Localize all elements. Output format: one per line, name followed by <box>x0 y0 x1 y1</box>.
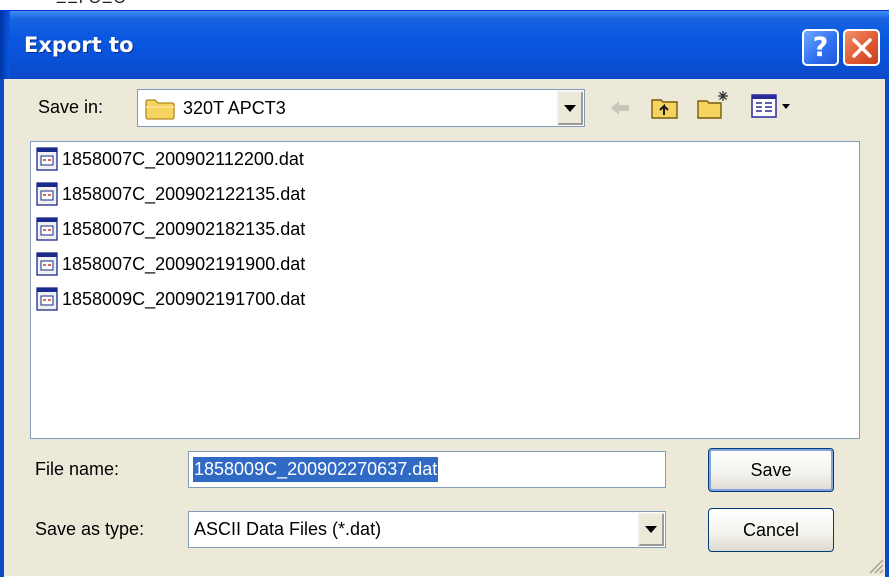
window-frame-right <box>885 79 889 577</box>
file-name-text: 1858009C_200902191700.dat <box>62 288 306 309</box>
file-name-text: 1858007C_200902182135.dat <box>62 218 306 239</box>
view-menu-icon[interactable] <box>750 93 794 119</box>
save-in-dropdown-arrow[interactable] <box>557 91 583 125</box>
file-name-label: File name: <box>35 459 120 479</box>
file-name-text: 1858007C_200902112200.dat <box>62 148 304 169</box>
create-new-folder-icon[interactable] <box>696 89 730 121</box>
title-bar-edge <box>0 11 10 79</box>
dialog-title: Export to <box>24 33 134 57</box>
save-as-type-dropdown[interactable]: ASCII Data Files (*.dat) <box>188 511 666 548</box>
up-one-level-icon[interactable] <box>650 93 680 121</box>
folder-icon <box>145 99 175 120</box>
window-frame-left <box>0 79 4 577</box>
file-name-field[interactable]: 1858009C_200902270637.dat <box>188 451 666 488</box>
cancel-button[interactable]: Cancel <box>708 508 834 552</box>
file-name-value: 1858009C_200902270637.dat <box>193 457 439 482</box>
list-item[interactable]: 1858007C_200902191900.dat <box>35 249 305 279</box>
file-name-text: 1858007C_200902191900.dat <box>62 253 306 274</box>
back-arrow-icon[interactable] <box>608 97 632 119</box>
help-button[interactable]: ? <box>802 29 839 66</box>
save-as-type-label: Save as type: <box>35 519 145 539</box>
dat-file-icon <box>36 182 58 206</box>
save-in-dropdown[interactable]: 320T APCT3 <box>137 89 585 127</box>
save-as-type-value: ASCII Data Files (*.dat) <box>194 519 382 539</box>
save-button[interactable]: Save <box>708 448 834 492</box>
dat-file-icon <box>36 252 58 276</box>
dat-file-icon <box>36 217 58 241</box>
close-icon <box>851 37 872 58</box>
save-as-type-dropdown-arrow[interactable] <box>638 513 664 546</box>
list-item[interactable]: 1858009C_200902191700.dat <box>35 284 305 314</box>
chevron-down-icon <box>645 526 657 533</box>
title-bar[interactable]: Export to ? <box>0 11 889 79</box>
chevron-down-icon <box>564 104 576 112</box>
dat-file-icon <box>36 287 58 311</box>
dat-file-icon <box>36 147 58 171</box>
list-item[interactable]: 1858007C_200902182135.dat <box>35 214 305 244</box>
close-button[interactable] <box>843 29 880 66</box>
save-in-label: Save in: <box>38 97 104 117</box>
export-dialog: Export to ? Save in: 320T APCT3 1858007C… <box>0 10 889 577</box>
list-item[interactable]: 1858007C_200902112200.dat <box>35 144 304 174</box>
background-partial-text: ΞΞΓΟΞΟ <box>56 0 127 8</box>
question-mark-icon: ? <box>812 32 829 63</box>
file-list[interactable]: 1858007C_200902112200.dat 1858007C_20090… <box>30 141 860 439</box>
resize-grip-icon[interactable] <box>866 556 884 574</box>
file-name-text: 1858007C_200902122135.dat <box>62 183 306 204</box>
save-in-value: 320T APCT3 <box>183 98 286 118</box>
list-item[interactable]: 1858007C_200902122135.dat <box>35 179 305 209</box>
